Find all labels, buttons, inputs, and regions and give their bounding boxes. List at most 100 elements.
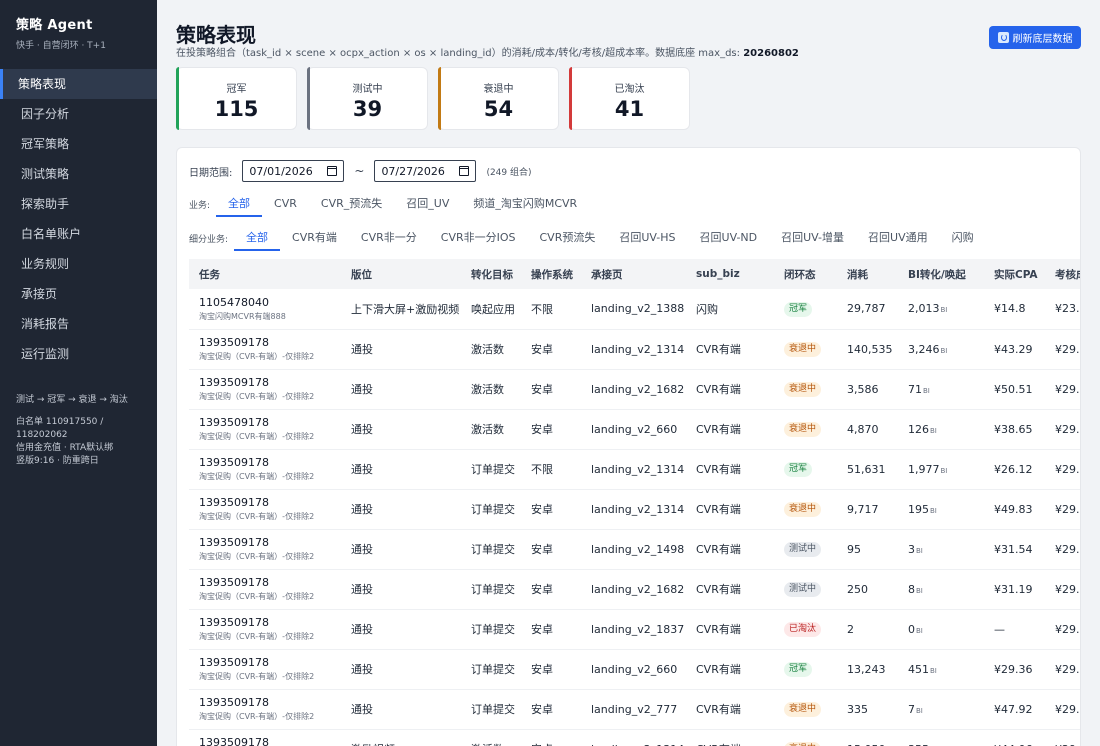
target-cost-cell: ¥29.44: [1045, 649, 1080, 690]
stat-label: 测试中: [352, 84, 383, 95]
column-header[interactable]: 承接页: [581, 259, 686, 289]
table-row[interactable]: 1393509178 淘宝促购（CVR-有端）-仅排除2 通投 订单提交 安卓 landi…: [189, 569, 1080, 610]
subbiz-tab[interactable]: 召回UV-HS: [607, 225, 687, 251]
sidebar-item[interactable]: 冠军策略: [0, 129, 157, 159]
table-row[interactable]: 1393509178 淘宝促购（CVR-有端）-仅排除2 通投 激活数 安卓 landin…: [189, 409, 1080, 450]
biz-tab[interactable]: 召回_UV: [394, 191, 461, 217]
subbiz-tab[interactable]: 召回UV通用: [856, 225, 940, 251]
scene-cell: 上下滑大屏+激励视频: [341, 289, 461, 330]
os-cell: 安卓: [521, 329, 581, 370]
task-id: 1393509178: [199, 616, 269, 629]
landing-cell: landing_v2_1682: [581, 569, 686, 610]
table-row[interactable]: 1393509178 淘宝促购（CVR-有端）-仅排除2 通投 订单提交 不限 landi…: [189, 449, 1080, 490]
sidebar-item[interactable]: 测试策略: [0, 159, 157, 189]
brand-subtitle: 快手 · 自营闭环 · T+1: [16, 41, 106, 51]
sub-biz-cell: CVR有端: [686, 689, 774, 730]
column-header[interactable]: 消耗: [837, 259, 898, 289]
sidebar-item[interactable]: 承接页: [0, 279, 157, 309]
sidebar-item[interactable]: 消耗报告: [0, 309, 157, 339]
os-cell: 安卓: [521, 489, 581, 530]
task-id: 1105478040: [199, 295, 269, 309]
column-header[interactable]: 任务: [189, 259, 341, 289]
table-header-row: 任务 版位 转化目标 操作系统 承接页 sub_biz 闭环态 消耗 BI转化/唤起 实际CPA 考…: [189, 259, 1080, 289]
date-from-input[interactable]: 07/01/2026: [242, 160, 345, 182]
goal-cell: 订单提交: [461, 489, 521, 530]
sub-biz-cell: CVR有端: [686, 329, 774, 370]
landing-cell: landing_v2_1498: [581, 529, 686, 570]
bi-value: 0: [908, 622, 915, 636]
status-cell: 冠军: [774, 449, 837, 490]
bi-cell: 126BI: [898, 409, 984, 450]
biz-tab[interactable]: 全部: [216, 191, 263, 217]
subbiz-tab[interactable]: 闪购: [940, 225, 986, 251]
biz-tab[interactable]: 频道_淘宝闪购MCVR: [461, 191, 589, 217]
subbiz-tab[interactable]: 召回UV-增量: [769, 225, 856, 251]
task-id: 1393509178: [199, 376, 269, 389]
target-cost-cell: ¥29.44: [1045, 409, 1080, 450]
target-cost-cell: ¥29.44: [1045, 369, 1080, 410]
stat-accent-bar: [307, 67, 310, 130]
landing-cell: landing_v2_1682: [581, 369, 686, 410]
spend-cell: 4,870: [837, 409, 898, 450]
goal-cell: 激活数: [461, 409, 521, 450]
table-row[interactable]: 1105478040 淘宝闪购MCVR有端888 上下滑大屏+激励视频 唤起应用 不限 l…: [189, 289, 1080, 330]
sidebar-item[interactable]: 白名单账户: [0, 219, 157, 249]
status-cell: 衰退中: [774, 729, 837, 746]
bi-value: 7: [908, 702, 915, 716]
subbiz-tab[interactable]: CVR非一分: [349, 225, 429, 251]
subbiz-tab[interactable]: CVR预流失: [528, 225, 608, 251]
landing-cell: landing_v2_1314: [581, 729, 686, 746]
subbiz-tab[interactable]: CVR非一分IOS: [429, 225, 528, 251]
column-header[interactable]: 闭环态: [774, 259, 837, 289]
biz-tab[interactable]: CVR: [262, 191, 309, 217]
table-row[interactable]: 1393509178 淘宝促购（CVR-有端）-仅排除2 通投 订单提交 安卓 landi…: [189, 689, 1080, 730]
table-row[interactable]: 1393509178 淘宝促购（CVR-有端）-仅排除2 通投 订单提交 安卓 landi…: [189, 529, 1080, 570]
lifecycle-flow: 测试 → 冠军 → 衰退 → 淘汰: [16, 395, 128, 405]
subbiz-tab[interactable]: 全部: [234, 225, 281, 251]
biz-tab[interactable]: CVR_预流失: [309, 191, 394, 217]
calendar-icon[interactable]: [327, 166, 338, 176]
target-cost-cell: ¥23.04: [1045, 289, 1080, 330]
column-header[interactable]: sub_biz: [686, 259, 774, 289]
column-header[interactable]: BI转化/唤起: [898, 259, 984, 289]
task-id: 1393509178: [199, 696, 269, 709]
table-row[interactable]: 1393509178 淘宝促购（CVR-有端）-仅排除2 通投 订单提交 安卓 landi…: [189, 489, 1080, 530]
sidebar-item[interactable]: 探索助手: [0, 189, 157, 219]
table-row[interactable]: 1393509178淘宝促购（CVR-有端）-仅排除2激励视频激活数安卓land…: [189, 729, 1080, 746]
task-id: 1393509178: [199, 736, 269, 746]
goal-cell: 订单提交: [461, 609, 521, 650]
bi-unit: BI: [916, 626, 923, 635]
table-row[interactable]: 1393509178 淘宝促购（CVR-有端）-仅排除2 通投 订单提交 安卓 landi…: [189, 649, 1080, 690]
bi-value: 3: [908, 542, 915, 556]
column-header[interactable]: 转化目标: [461, 259, 521, 289]
combo-count: (249 组合): [486, 167, 532, 178]
refresh-data-button[interactable]: 刷新底层数据: [989, 26, 1081, 49]
table-row[interactable]: 1393509178 淘宝促购（CVR-有端）-仅排除2 通投 激活数 安卓 landin…: [189, 369, 1080, 410]
sub-biz-cell: CVR有端: [686, 449, 774, 490]
status-cell: 衰退中: [774, 489, 837, 530]
subbiz-tab[interactable]: CVR有端: [280, 225, 349, 251]
sidebar-item[interactable]: 策略表现: [0, 69, 157, 99]
sidebar-item[interactable]: 业务规则: [0, 249, 157, 279]
target-cost-cell: ¥29.44: [1045, 329, 1080, 370]
status-cell: 已淘汰: [774, 609, 837, 650]
subbiz-tab[interactable]: 召回UV-ND: [688, 225, 770, 251]
landing-cell: landing_v2_660: [581, 649, 686, 690]
sidebar-item[interactable]: 因子分析: [0, 99, 157, 129]
column-header[interactable]: 操作系统: [521, 259, 581, 289]
bi-unit: BI: [940, 346, 948, 355]
column-header[interactable]: 实际CPA: [984, 259, 1045, 289]
sidebar-item[interactable]: 运行监测: [0, 339, 157, 369]
refresh-icon: [997, 32, 1009, 43]
status-cell: 衰退中: [774, 369, 837, 410]
calendar-icon[interactable]: [459, 166, 470, 176]
column-header[interactable]: 考核成本: [1045, 259, 1080, 289]
column-header[interactable]: 版位: [341, 259, 461, 289]
table-row[interactable]: 1393509178 淘宝促购（CVR-有端）-仅排除2 通投 订单提交 安卓 landi…: [189, 609, 1080, 650]
bi-unit: BI: [940, 466, 948, 475]
cpa-cell: —: [984, 609, 1045, 650]
date-to-input[interactable]: 07/27/2026: [374, 160, 477, 182]
biz-tabs: 业务: 全部 CVR CVR_预流失 召回_UV 频道_淘宝闪购MCVR: [189, 191, 589, 217]
table-row[interactable]: 1393509178 淘宝促购（CVR-有端）-仅排除2 通投 激活数 安卓 landin…: [189, 329, 1080, 370]
task-cell: 1393509178 淘宝促购（CVR-有端）-仅排除2: [189, 369, 341, 410]
